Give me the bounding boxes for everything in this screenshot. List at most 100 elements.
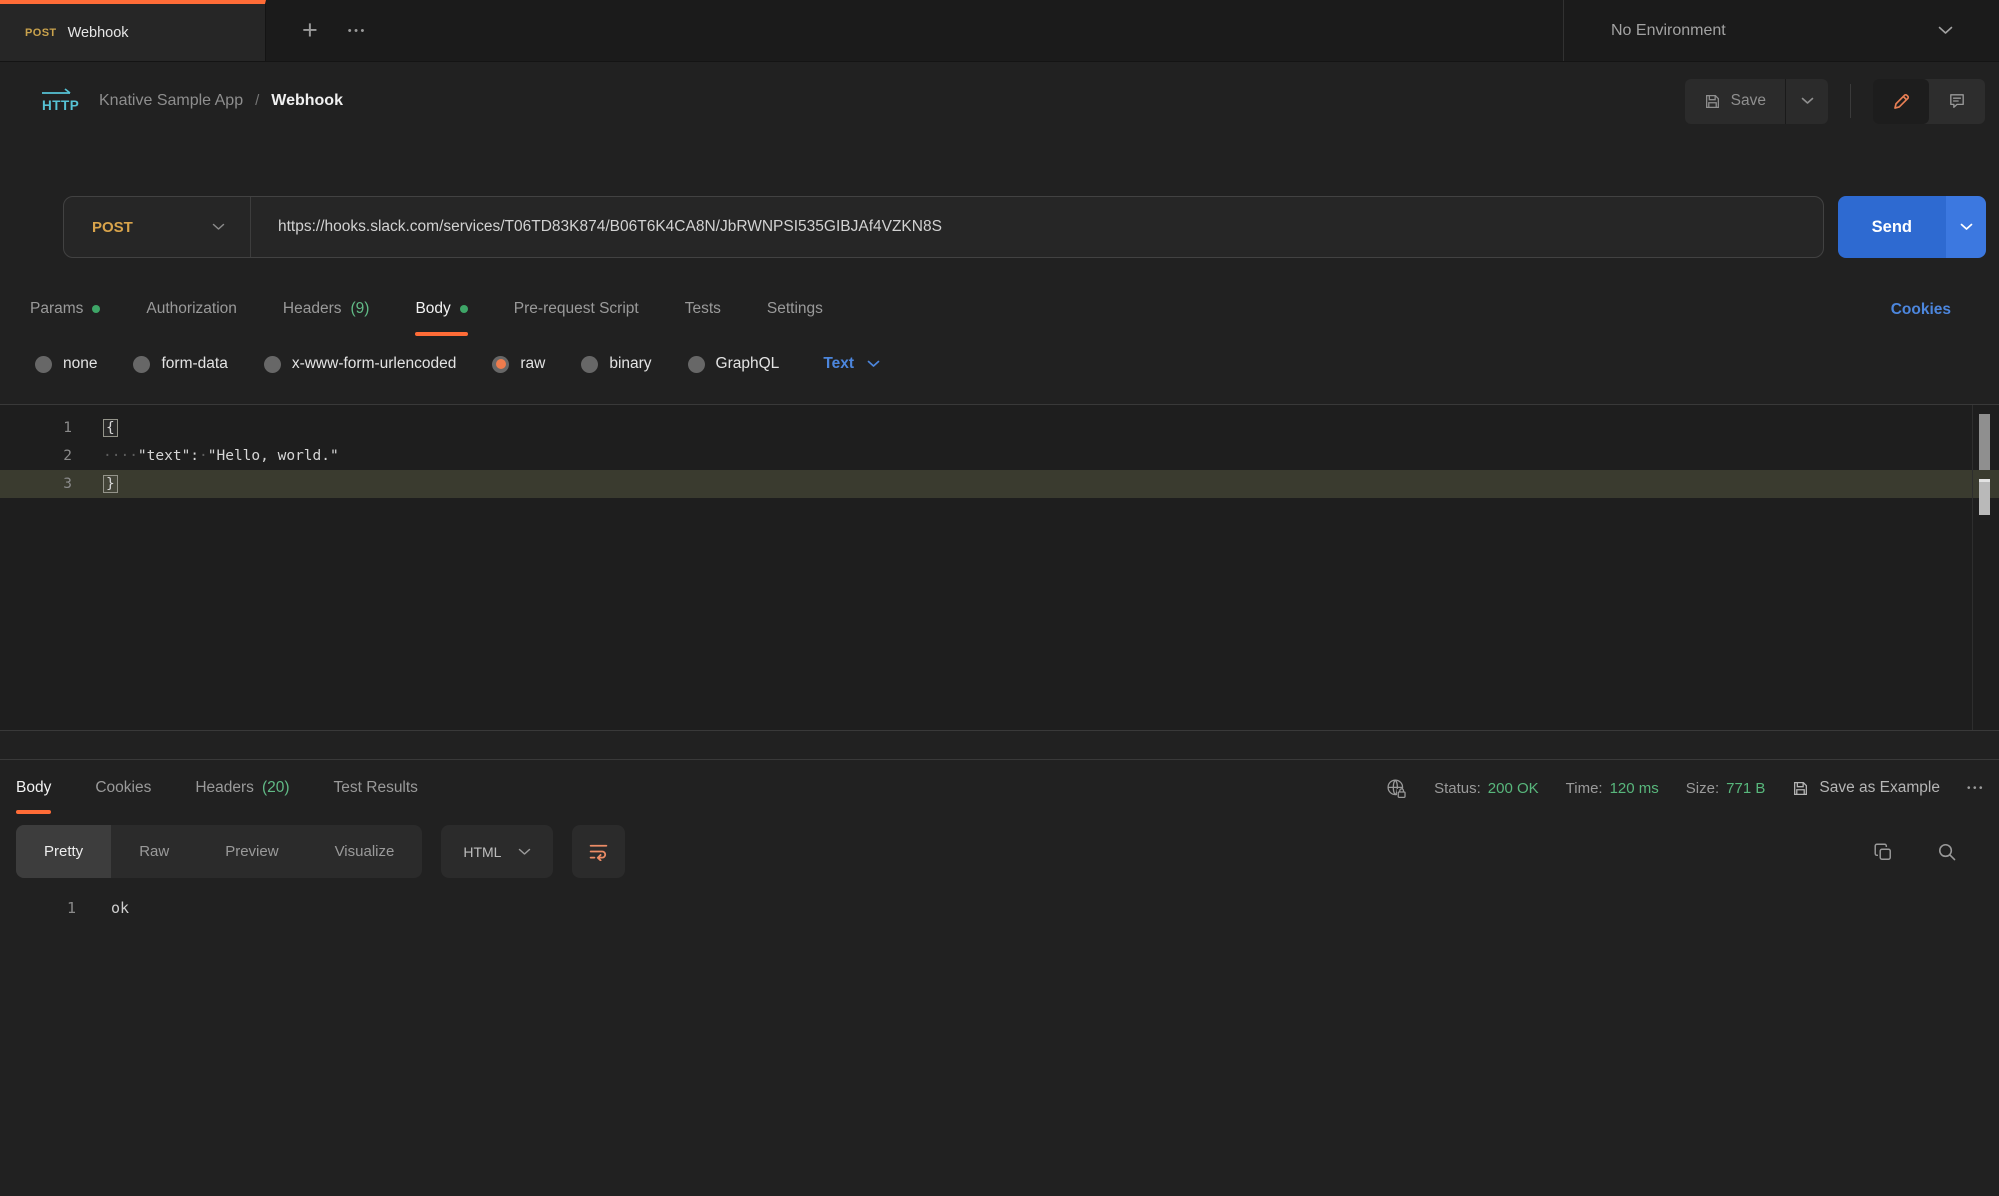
tab-headers[interactable]: Headers (9) xyxy=(283,298,370,322)
network-globe-lock-icon[interactable] xyxy=(1386,778,1407,799)
http-protocol-icon: HTTP xyxy=(37,87,79,115)
tab-pre-request-script[interactable]: Pre-request Script xyxy=(514,298,639,322)
tab-settings[interactable]: Settings xyxy=(767,298,823,322)
send-button[interactable]: Send xyxy=(1838,196,1946,258)
method-selector[interactable]: POST xyxy=(64,219,250,236)
tab-title: Webhook xyxy=(68,25,129,41)
response-tabs: Body Cookies Headers (20) Test Results S… xyxy=(16,760,1985,816)
json-value: "Hello, world." xyxy=(208,448,339,464)
save-icon xyxy=(1704,93,1721,110)
response-body[interactable]: 1 ok xyxy=(16,899,1985,917)
open-brace: { xyxy=(103,419,118,437)
breadcrumb: Knative Sample App / Webhook xyxy=(99,92,343,110)
edit-documentation-button[interactable] xyxy=(1873,79,1929,124)
response-tab-headers[interactable]: Headers (20) xyxy=(195,760,289,816)
raw-language-selector[interactable]: Text xyxy=(823,355,880,373)
editor-line-1: 1 { xyxy=(0,414,1999,442)
tab-label: Body xyxy=(16,779,51,797)
time-label: Time: xyxy=(1566,780,1603,797)
status-value: 200 OK xyxy=(1488,780,1539,797)
radio-icon[interactable] xyxy=(688,356,705,373)
body-type-label: form-data xyxy=(161,355,227,373)
environment-selector[interactable]: No Environment xyxy=(1563,0,1999,61)
line-number: 3 xyxy=(0,470,72,498)
radio-icon[interactable] xyxy=(264,356,281,373)
size-value: 771 B xyxy=(1726,780,1765,797)
view-raw[interactable]: Raw xyxy=(111,825,197,878)
radio-icon[interactable] xyxy=(581,356,598,373)
save-icon xyxy=(1792,780,1809,797)
radio-selected-icon[interactable] xyxy=(492,356,509,373)
view-pretty[interactable]: Pretty xyxy=(16,825,111,878)
view-visualize[interactable]: Visualize xyxy=(307,825,423,878)
comments-button[interactable] xyxy=(1929,79,1985,124)
body-type-none[interactable]: none xyxy=(35,355,97,373)
pencil-icon xyxy=(1892,92,1911,111)
tab-label: Pre-request Script xyxy=(514,300,639,318)
response-line-number: 1 xyxy=(16,899,76,917)
save-button-label: Save xyxy=(1731,92,1766,110)
url-input[interactable]: https://hooks.slack.com/services/T06TD83… xyxy=(251,218,942,236)
body-type-row: none form-data x-www-form-urlencoded raw… xyxy=(35,355,1969,373)
scrollbar-thumb[interactable] xyxy=(1979,414,1990,470)
copy-button[interactable] xyxy=(1873,842,1893,862)
tab-label: Tests xyxy=(685,300,721,318)
edit-comment-group xyxy=(1873,79,1985,124)
request-tab-webhook[interactable]: POST Webhook xyxy=(0,0,266,61)
header-divider xyxy=(1850,84,1851,118)
search-icon xyxy=(1937,842,1957,862)
response-tab-body[interactable]: Body xyxy=(16,760,51,816)
radio-icon[interactable] xyxy=(35,356,52,373)
wrap-lines-button[interactable] xyxy=(572,825,625,878)
response-options-icon[interactable]: ••• xyxy=(1967,783,1985,794)
response-headers-count: (20) xyxy=(262,779,290,797)
view-preview[interactable]: Preview xyxy=(197,825,306,878)
save-options-button[interactable] xyxy=(1785,79,1828,124)
response-action-icons xyxy=(1873,842,1985,862)
save-button[interactable]: Save xyxy=(1685,79,1785,124)
params-active-dot xyxy=(92,305,100,313)
tab-label: Settings xyxy=(767,300,823,318)
response-tab-cookies[interactable]: Cookies xyxy=(95,760,151,816)
tab-label: Authorization xyxy=(146,300,236,318)
body-type-urlencoded[interactable]: x-www-form-urlencoded xyxy=(264,355,457,373)
line-number: 1 xyxy=(0,414,72,442)
request-header: HTTP Knative Sample App / Webhook Save xyxy=(0,62,1999,140)
search-button[interactable] xyxy=(1937,842,1957,862)
status-indicator: Status: 200 OK xyxy=(1434,780,1539,797)
editor-scrollbar[interactable] xyxy=(1972,405,1999,730)
body-type-label: GraphQL xyxy=(716,355,780,373)
json-key: "text": xyxy=(138,448,199,464)
tab-actions: + ••• xyxy=(266,0,403,61)
whitespace-dot: · xyxy=(199,448,208,464)
time-indicator: Time: 120 ms xyxy=(1566,780,1659,797)
radio-icon[interactable] xyxy=(133,356,150,373)
breadcrumb-collection[interactable]: Knative Sample App xyxy=(99,92,243,110)
tab-params[interactable]: Params xyxy=(30,298,100,322)
whitespace-dots: ···· xyxy=(103,448,138,464)
tab-body[interactable]: Body xyxy=(415,298,467,322)
body-type-graphql[interactable]: GraphQL xyxy=(688,355,780,373)
request-body-editor[interactable]: 1 { 2 ····"text":·"Hello, world." 3 } xyxy=(0,404,1999,731)
response-tab-test-results[interactable]: Test Results xyxy=(334,760,418,816)
editor-line-3-current: 3 } xyxy=(0,470,1999,498)
header-actions: Save xyxy=(1685,79,1985,124)
tabbar-spacer xyxy=(403,0,1563,61)
chevron-down-icon xyxy=(1801,97,1814,105)
tab-tests[interactable]: Tests xyxy=(685,298,721,322)
body-type-raw[interactable]: raw xyxy=(492,355,545,373)
body-type-form-data[interactable]: form-data xyxy=(133,355,227,373)
body-type-binary[interactable]: binary xyxy=(581,355,651,373)
response-format-selector[interactable]: HTML xyxy=(441,825,553,878)
tab-options-icon[interactable]: ••• xyxy=(348,25,367,37)
request-tabs: Params Authorization Headers (9) Body Pr… xyxy=(30,298,1951,322)
tab-authorization[interactable]: Authorization xyxy=(146,298,236,322)
response-toolbar: Pretty Raw Preview Visualize HTML xyxy=(16,825,1985,878)
cookies-link[interactable]: Cookies xyxy=(1891,301,1951,319)
save-as-example-button[interactable]: Save as Example xyxy=(1792,779,1940,797)
send-button-group: Send xyxy=(1838,196,1986,258)
svg-text:HTTP: HTTP xyxy=(42,98,79,113)
send-options-button[interactable] xyxy=(1946,196,1986,258)
tab-label: Cookies xyxy=(95,779,151,797)
new-tab-button[interactable]: + xyxy=(302,17,318,44)
